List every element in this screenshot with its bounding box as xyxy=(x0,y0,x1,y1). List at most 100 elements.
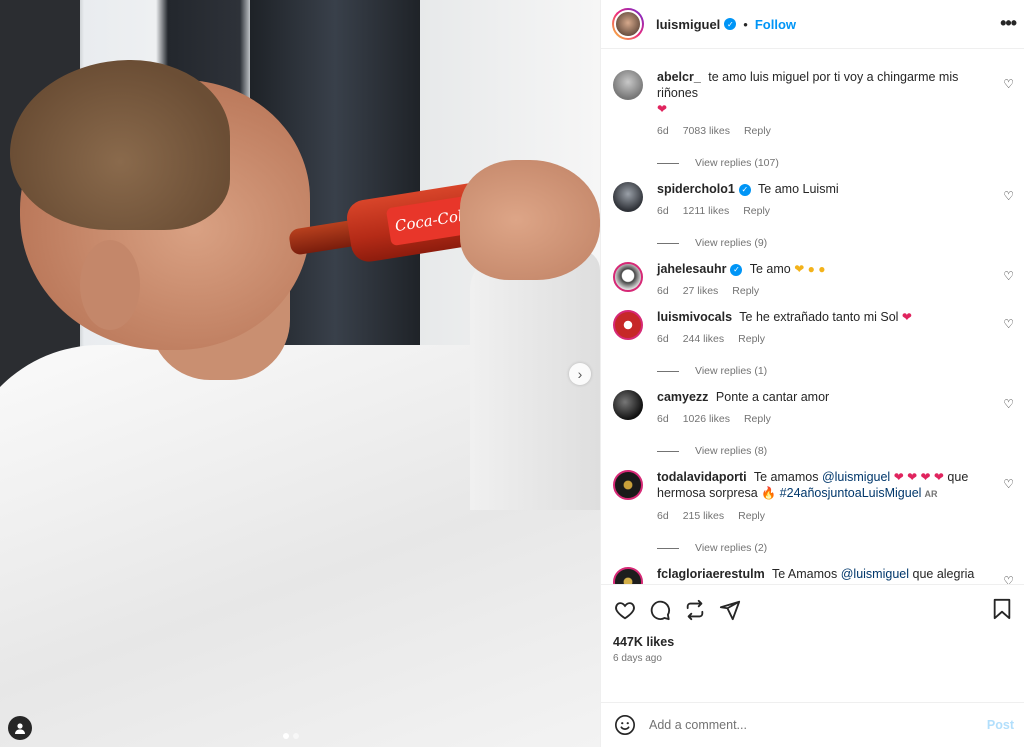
repost-button[interactable] xyxy=(683,598,707,622)
commenter-username[interactable]: abelcr_ xyxy=(657,70,701,84)
separator-dot: • xyxy=(743,16,748,32)
like-comment-icon[interactable]: ♡ xyxy=(1003,269,1014,283)
like-button[interactable] xyxy=(613,598,637,622)
hand xyxy=(460,160,600,280)
emoji-picker-button[interactable] xyxy=(613,713,637,737)
comment-body: Te amo Luismi xyxy=(758,182,839,196)
comment-button[interactable] xyxy=(648,598,672,622)
author-username[interactable]: luismiguel xyxy=(656,17,720,32)
post-comment-button[interactable]: Post xyxy=(987,718,1014,732)
like-comment-icon[interactable]: ♡ xyxy=(1003,574,1014,584)
bookmark-icon xyxy=(993,598,1011,620)
likes-count[interactable]: 447K likes xyxy=(613,635,1010,649)
reply-button[interactable]: Reply xyxy=(744,125,771,137)
commenter-username[interactable]: todalavidaporti xyxy=(657,470,747,484)
view-replies-button[interactable]: View replies (107) xyxy=(657,157,982,169)
commenter-avatar[interactable] xyxy=(613,182,643,212)
comment-icon xyxy=(650,600,670,621)
share-button[interactable] xyxy=(718,598,742,622)
heart-icon xyxy=(615,602,635,620)
chevron-right-icon: › xyxy=(577,366,583,382)
ear xyxy=(80,240,140,330)
commenter-avatar[interactable] xyxy=(613,262,643,292)
verified-badge-icon: ✓ xyxy=(730,263,743,276)
commenter-avatar[interactable] xyxy=(613,567,643,584)
mention-link[interactable]: @luismiguel xyxy=(822,470,890,484)
heart-emoji-icon: ❤ xyxy=(901,310,912,324)
next-photo-button[interactable]: › xyxy=(569,363,591,385)
reply-button[interactable]: Reply xyxy=(738,333,765,345)
commenter-avatar[interactable] xyxy=(613,70,643,100)
reply-button[interactable]: Reply xyxy=(743,205,770,217)
view-replies-button[interactable]: View replies (8) xyxy=(657,445,982,457)
follow-button[interactable]: Follow xyxy=(755,17,796,32)
hashtag-link[interactable]: #24añosjuntoaLuisMiguel xyxy=(780,486,922,500)
reply-button[interactable]: Reply xyxy=(738,510,765,522)
post-modal: Coca-Cola › luismiguel ✓ • Follow ••• ab… xyxy=(0,0,1024,747)
reply-button[interactable]: Reply xyxy=(744,413,771,425)
comment-body: Ponte a cantar amor xyxy=(715,390,830,404)
post-sidebar: luismiguel ✓ • Follow ••• abelcr_ te amo… xyxy=(600,0,1024,747)
author-avatar[interactable] xyxy=(612,8,644,40)
comment-time: 6d xyxy=(657,205,669,217)
comment-likes[interactable]: 244 likes xyxy=(683,333,724,345)
comment-text: jahelesauhr ✓ Te amo ❤ ● ● xyxy=(657,261,982,277)
replies-divider xyxy=(657,370,679,372)
commenter-username[interactable]: spidercholo1 xyxy=(657,182,735,196)
comment-body: Te amo xyxy=(749,262,791,276)
view-replies-label: View replies (9) xyxy=(695,237,768,249)
replies-divider xyxy=(657,162,679,164)
view-replies-button[interactable]: View replies (1) xyxy=(657,365,982,377)
like-comment-icon[interactable]: ♡ xyxy=(1003,397,1014,411)
replies-divider xyxy=(657,547,679,549)
comment-likes[interactable]: 1026 likes xyxy=(683,413,730,425)
verified-badge-icon: ✓ xyxy=(724,18,737,30)
commenter-username[interactable]: fclagloriaerestulm xyxy=(657,567,765,581)
like-comment-icon[interactable]: ♡ xyxy=(1003,317,1014,331)
like-comment-icon[interactable]: ♡ xyxy=(1003,477,1014,491)
comment-text: luismivocals Te he extrañado tanto mi So… xyxy=(657,309,982,325)
commenter-username[interactable]: jahelesauhr xyxy=(657,262,726,276)
replies-divider xyxy=(657,450,679,452)
comments-list[interactable]: abelcr_ te amo luis miguel por ti voy a … xyxy=(601,49,1024,584)
translation-badge: AR xyxy=(924,489,938,499)
more-options-icon[interactable]: ••• xyxy=(1000,13,1017,34)
commenter-username[interactable]: camyezz xyxy=(657,390,708,404)
commenter-username[interactable]: luismivocals xyxy=(657,310,732,324)
like-comment-icon[interactable]: ♡ xyxy=(1003,189,1014,203)
comment-item: abelcr_ te amo luis miguel por ti voy a … xyxy=(601,57,1024,169)
commenter-avatar[interactable] xyxy=(613,310,643,340)
commenter-avatar[interactable] xyxy=(613,470,643,500)
comment-item: camyezz Ponte a cantar amor 6d 1026 like… xyxy=(601,377,1024,457)
reply-button[interactable]: Reply xyxy=(732,285,759,297)
verified-badge-icon: ✓ xyxy=(738,183,751,196)
view-replies-button[interactable]: View replies (2) xyxy=(657,542,982,554)
comment-item: luismivocals Te he extrañado tanto mi So… xyxy=(601,297,1024,377)
carousel-indicator xyxy=(283,733,299,739)
comment-text: todalavidaporti Te amamos @luismiguel ❤ … xyxy=(657,469,982,502)
mention-link[interactable]: @luismiguel xyxy=(841,567,909,581)
comment-likes[interactable]: 27 likes xyxy=(683,285,719,297)
comment-meta: 6d 215 likes Reply xyxy=(657,510,982,522)
comment-time: 6d xyxy=(657,510,669,522)
comment-input[interactable] xyxy=(649,718,987,732)
comment-item: jahelesauhr ✓ Te amo ❤ ● ● 6d 27 likes Re… xyxy=(601,249,1024,297)
comment-likes[interactable]: 7083 likes xyxy=(683,125,730,137)
view-replies-label: View replies (107) xyxy=(695,157,779,169)
tagged-users-button[interactable] xyxy=(8,716,32,740)
comment-meta: 6d 244 likes Reply xyxy=(657,333,982,345)
comment-meta: 6d 1026 likes Reply xyxy=(657,413,982,425)
comment-body: te amo luis miguel por ti voy a chingarm… xyxy=(657,70,959,100)
like-comment-icon[interactable]: ♡ xyxy=(1003,77,1014,91)
view-replies-button[interactable]: View replies (9) xyxy=(657,237,982,249)
view-replies-label: View replies (1) xyxy=(695,365,768,377)
comment-item: spidercholo1 ✓ Te amo Luismi 6d 1211 like… xyxy=(601,169,1024,249)
comment-body: Te he extrañado tanto mi Sol xyxy=(739,310,899,324)
commenter-avatar[interactable] xyxy=(613,390,643,420)
comment-time: 6d xyxy=(657,333,669,345)
comment-text: camyezz Ponte a cantar amor xyxy=(657,389,982,405)
save-button[interactable] xyxy=(990,597,1014,621)
smiley-icon xyxy=(615,715,635,735)
comment-likes[interactable]: 1211 likes xyxy=(683,205,730,217)
comment-likes[interactable]: 215 likes xyxy=(683,510,724,522)
